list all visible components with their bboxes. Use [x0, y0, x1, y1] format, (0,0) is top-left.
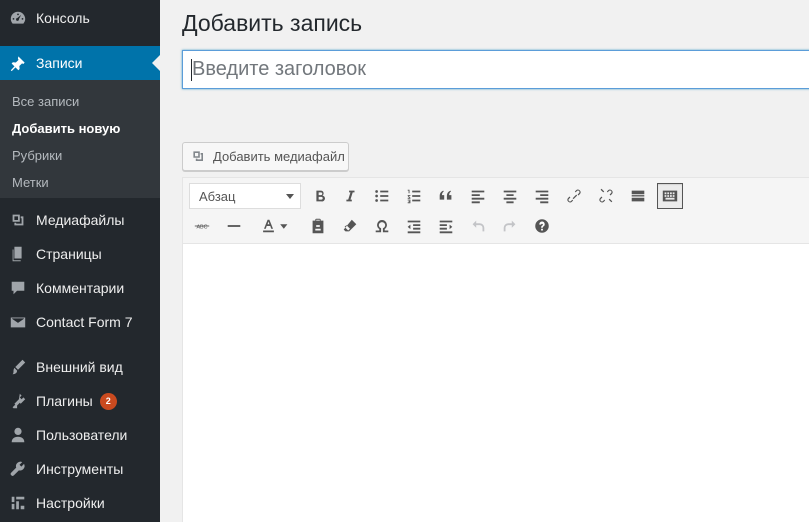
italic-icon [346, 190, 355, 202]
italic-button[interactable] [337, 183, 363, 209]
sidebar-item-posts[interactable]: Записи [0, 46, 160, 80]
submenu-item-categories[interactable]: Рубрики [12, 148, 62, 163]
svg-text:ABC: ABC [196, 225, 207, 231]
sidebar-item-settings[interactable]: Настройки [0, 486, 160, 520]
update-count-badge: 2 [99, 392, 117, 410]
outdent-icon [407, 220, 421, 234]
sidebar-item-users[interactable]: Пользователи [0, 418, 160, 452]
sidebar-item-label: Contact Form 7 [36, 314, 133, 330]
strikethrough-button[interactable]: ABC [189, 213, 215, 239]
sidebar-item-tools[interactable]: Инструменты [0, 452, 160, 486]
sidebar-item-label: Пользователи [36, 427, 128, 443]
paste-text-button[interactable] [305, 213, 331, 239]
admin-sidebar: Консоль Записи Все записи Добавить новую… [0, 0, 160, 522]
wrench-icon [0, 460, 36, 478]
sidebar-item-label: Инструменты [36, 461, 124, 477]
sidebar-item-label: Плагины [36, 393, 93, 409]
sidebar-item-label: Страницы [36, 246, 102, 262]
editor-toolbar: Абзац ABC [183, 178, 809, 244]
help-button[interactable] [529, 213, 555, 239]
media-icon [0, 211, 36, 229]
users-icon [0, 426, 36, 444]
pin-icon [0, 54, 36, 72]
sidebar-item-plugins[interactable]: Плагины 2 [0, 384, 160, 418]
omega-icon [375, 220, 389, 233]
sidebar-item-label: Внешний вид [36, 359, 123, 375]
sidebar-item-dashboard[interactable]: Консоль [0, 1, 160, 35]
sidebar-item-media[interactable]: Медиафайлы [0, 203, 160, 237]
undo-button[interactable] [465, 213, 491, 239]
sidebar-item-pages[interactable]: Страницы [0, 237, 160, 271]
text-color-icon [263, 219, 288, 233]
post-editor: Абзац ABC [182, 177, 809, 522]
format-select[interactable]: Абзац [189, 183, 301, 209]
numbered-list-button[interactable] [401, 183, 427, 209]
format-select-value: Абзац [199, 188, 236, 204]
bullet-list-icon [375, 190, 389, 202]
remove-link-button[interactable] [593, 183, 619, 209]
submenu-item-add-new[interactable]: Добавить новую [12, 121, 120, 136]
undo-icon [472, 220, 485, 232]
align-left-icon [471, 190, 485, 204]
blockquote-button[interactable] [433, 183, 459, 209]
dashboard-icon [0, 9, 36, 27]
redo-icon [503, 220, 516, 232]
align-left-button[interactable] [465, 183, 491, 209]
unlink-icon [599, 188, 613, 203]
align-right-icon [535, 190, 549, 204]
bullet-list-button[interactable] [369, 183, 395, 209]
add-media-label: Добавить медиафайл [213, 149, 345, 164]
redo-button[interactable] [497, 213, 523, 239]
editor-content-area[interactable] [183, 245, 809, 522]
chevron-down-icon [286, 194, 294, 199]
clipboard-icon [312, 218, 324, 234]
sidebar-item-label: Медиафайлы [36, 212, 125, 228]
brush-icon [0, 358, 36, 376]
submenu-item-all-posts[interactable]: Все записи [12, 94, 79, 109]
keyboard-icon [662, 190, 678, 202]
sidebar-item-comments[interactable]: Комментарии [0, 271, 160, 305]
text-color-button[interactable] [253, 213, 293, 239]
sidebar-item-label: Настройки [36, 495, 105, 511]
bold-icon [316, 190, 325, 202]
add-media-button[interactable]: Добавить медиафайл [182, 142, 349, 171]
numbered-list-icon [407, 189, 421, 204]
text-caret [191, 59, 192, 81]
align-center-icon [503, 190, 517, 204]
special-character-button[interactable] [369, 213, 395, 239]
indent-button[interactable] [433, 213, 459, 239]
toolbar-toggle-button[interactable] [657, 183, 683, 209]
posts-submenu: Все записи Добавить новую Рубрики Метки [0, 80, 160, 198]
insert-link-button[interactable] [561, 183, 587, 209]
insert-more-button[interactable] [625, 183, 651, 209]
post-title-input[interactable] [182, 50, 809, 89]
help-icon [535, 219, 549, 233]
align-center-button[interactable] [497, 183, 523, 209]
outdent-button[interactable] [401, 213, 427, 239]
settings-icon [0, 494, 36, 512]
plugins-icon [0, 392, 36, 410]
media-icon [193, 150, 203, 161]
comments-icon [0, 279, 36, 297]
horizontal-line-icon [227, 225, 241, 227]
pages-icon [0, 245, 36, 263]
sidebar-item-contact-form[interactable]: Contact Form 7 [0, 305, 160, 339]
eraser-icon [343, 219, 357, 232]
sidebar-item-appearance[interactable]: Внешний вид [0, 350, 160, 384]
submenu-item-tags[interactable]: Метки [12, 175, 49, 190]
link-icon [567, 189, 581, 203]
page-title: Добавить запись [182, 10, 363, 36]
horizontal-line-button[interactable] [221, 213, 247, 239]
sidebar-item-label: Комментарии [36, 280, 125, 296]
mail-icon [0, 313, 36, 331]
bold-button[interactable] [307, 183, 333, 209]
indent-icon [439, 220, 453, 234]
quote-icon [439, 190, 452, 200]
strikethrough-icon: ABC [194, 225, 210, 231]
sidebar-item-label: Консоль [36, 10, 90, 26]
sidebar-item-label: Записи [36, 55, 83, 71]
clear-formatting-button[interactable] [337, 213, 363, 239]
read-more-icon [631, 190, 645, 202]
align-right-button[interactable] [529, 183, 555, 209]
